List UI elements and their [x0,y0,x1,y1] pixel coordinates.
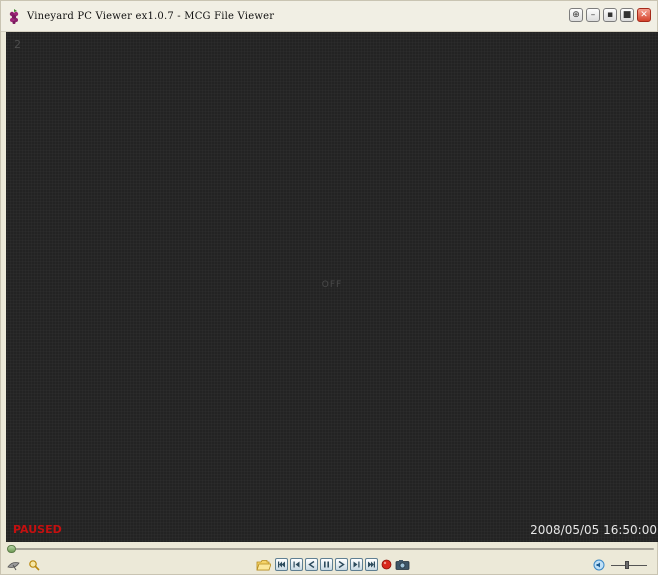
channel-number: 2 [14,38,21,51]
pause-icon [324,561,329,568]
app-window: Vineyard PC Viewer ex1.0.7 - MCG File Vi… [0,0,658,575]
rewind-icon [308,560,315,569]
maximize-button[interactable]: ■ [620,8,634,22]
bottom-toolbar [1,557,657,575]
volume-slider[interactable] [611,559,647,571]
play-icon [338,560,345,569]
close-button[interactable]: ✕ [637,8,651,22]
volume-control [593,559,647,571]
video-viewport[interactable]: 2 OFF PAUSED 2008/05/05 16:50:00 [6,32,658,542]
skip-to-end-icon [368,561,375,568]
volume-handle[interactable] [625,561,629,569]
seek-bar[interactable] [6,545,658,553]
next-frame-button[interactable] [350,558,363,571]
grape-icon [7,8,21,25]
volume-track[interactable] [611,565,647,566]
network-button[interactable]: ⊕ [569,8,583,22]
next-frame-icon [353,561,360,568]
play-button[interactable] [335,558,348,571]
title-bar[interactable]: Vineyard PC Viewer ex1.0.7 - MCG File Vi… [1,1,657,32]
window-title: Vineyard PC Viewer ex1.0.7 - MCG File Vi… [27,10,275,22]
magnifier-icon[interactable] [27,559,41,571]
playback-status: PAUSED [13,523,62,536]
snapshot-camera-icon[interactable] [395,558,410,571]
left-tools [7,559,41,571]
previous-frame-icon [293,561,300,568]
skip-to-end-button[interactable] [365,558,378,571]
previous-frame-button[interactable] [290,558,303,571]
satellite-dish-icon[interactable] [7,559,21,571]
rewind-button[interactable] [305,558,318,571]
pause-button[interactable] [320,558,333,571]
timestamp: 2008/05/05 16:50:00 [530,523,657,537]
record-icon[interactable] [380,558,393,571]
open-folder-icon[interactable] [256,558,271,571]
skip-to-start-icon [278,561,285,568]
seek-handle[interactable] [7,545,16,553]
speaker-icon[interactable] [593,559,605,571]
window-controls: ⊕ – ▪ ■ ✕ [569,8,651,22]
skip-to-start-button[interactable] [275,558,288,571]
seek-track[interactable] [12,548,654,550]
restore-button[interactable]: ▪ [603,8,617,22]
minimize-button[interactable]: – [586,8,600,22]
transport-controls [256,558,410,571]
signal-status: OFF [321,280,343,290]
